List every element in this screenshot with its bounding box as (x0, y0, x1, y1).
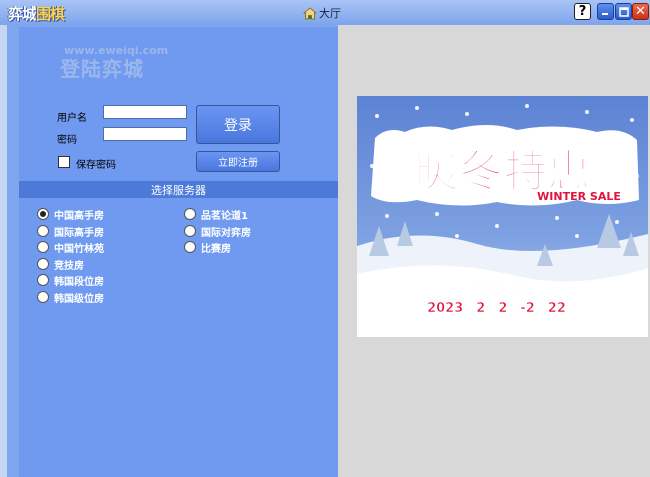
banner-activity-label: 活动日期 (477, 280, 529, 296)
maximize-button[interactable] (615, 3, 632, 20)
help-icon: ? (578, 4, 587, 19)
snowflake-dot (525, 104, 529, 108)
snowflake-dot (495, 224, 499, 228)
title-bar: 弈城围棋 大厅 ? ✕ (0, 0, 650, 25)
home-icon (303, 6, 317, 20)
server-option-label[interactable]: 品茗论道1 (201, 207, 248, 222)
username-label: 用户名 (57, 113, 87, 124)
server-option-label[interactable]: 中国竹林苑 (54, 240, 104, 255)
snowflake-dot (615, 220, 619, 224)
server-radio[interactable] (37, 224, 49, 237)
snowflake-dot (385, 214, 389, 218)
snowflake-dot (415, 106, 419, 110)
snowflake-dot (585, 110, 589, 114)
server-option-label[interactable]: 国际高手房 (54, 224, 104, 239)
server-option-label[interactable]: 竞技房 (54, 257, 84, 272)
server-radio[interactable] (37, 257, 49, 270)
server-option-label[interactable]: 比赛房 (201, 240, 231, 255)
server-radio[interactable] (37, 241, 49, 253)
hall-label: 大厅 (319, 7, 341, 20)
remember-password-checkbox[interactable] (58, 156, 70, 168)
login-title: 登陆弈城 (60, 57, 144, 81)
snowflake-dot (375, 114, 379, 118)
promo-banner[interactable]: 暖冬特惠 WINTER SALE 活动日期 2023年2月2日-2月22日 (357, 96, 648, 337)
snowflake-dot (435, 212, 439, 216)
app-logo: 弈城围棋 (8, 3, 65, 24)
server-radio[interactable] (184, 208, 196, 220)
minimize-button[interactable] (597, 3, 614, 20)
login-button[interactable]: 登录 (196, 105, 280, 144)
snowflake-dot (575, 234, 579, 238)
snowflake-dot (455, 234, 459, 238)
server-radio[interactable] (184, 241, 196, 253)
window-frame (7, 25, 17, 477)
register-button[interactable]: 立即注册 (196, 151, 280, 172)
server-option-label[interactable]: 国际对弈房 (201, 224, 251, 239)
server-option-label[interactable]: 韩国段位房 (54, 273, 104, 288)
help-button[interactable]: ? (574, 3, 591, 20)
hall-tab[interactable]: 大厅 (303, 5, 341, 21)
close-icon: ✕ (635, 4, 646, 19)
server-radio[interactable] (184, 224, 196, 237)
password-label: 密码 (57, 135, 77, 146)
server-radio[interactable] (37, 290, 49, 303)
server-select-header: 选择服务器 (19, 181, 338, 198)
password-input[interactable] (103, 127, 187, 141)
close-button[interactable]: ✕ (632, 3, 649, 20)
banner-subhead: WINTER SALE (537, 190, 621, 203)
server-radio[interactable] (37, 208, 49, 220)
server-option-label[interactable]: 韩国级位房 (54, 290, 104, 305)
minimize-icon (602, 13, 608, 15)
server-option-label[interactable]: 中国高手房 (54, 207, 104, 222)
app-name-main: 弈城 (8, 5, 37, 23)
banner-date-range: 2023年2月2日-2月22日 (427, 300, 579, 316)
server-radio[interactable] (37, 274, 49, 286)
snowflake-dot (555, 216, 559, 220)
remember-password-label: 保存密码 (76, 160, 116, 171)
app-name-sub: 围棋 (36, 5, 65, 23)
username-input[interactable] (103, 105, 187, 119)
snowflake-dot (465, 112, 469, 116)
window-left-border (0, 25, 7, 477)
promo-banner-graphic: 暖冬特惠 WINTER SALE 活动日期 2023年2月2日-2月22日 (357, 96, 648, 337)
maximize-icon (618, 6, 629, 17)
snowflake-dot (630, 118, 634, 122)
